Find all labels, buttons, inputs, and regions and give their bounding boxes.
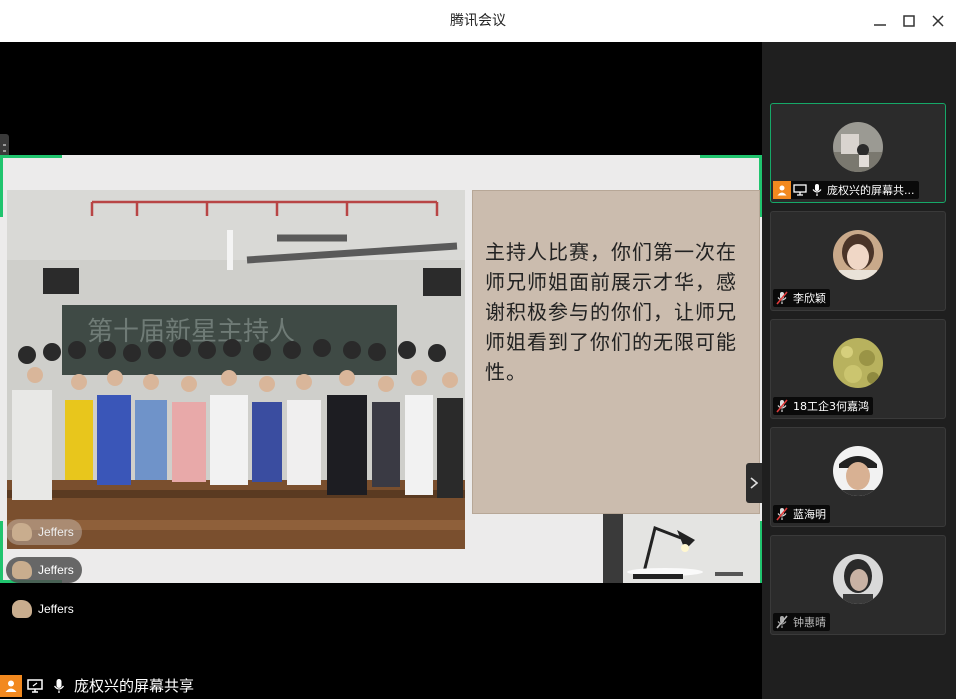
person-icon	[773, 181, 791, 199]
lamp-illustration	[603, 514, 760, 583]
participant-namebar: 李欣颖	[773, 289, 830, 307]
participant-namebar: 蓝海明	[773, 505, 830, 523]
share-owner-label: 庞权兴的屏幕共享	[74, 677, 195, 695]
maximize-icon	[903, 15, 915, 27]
reaction-name: Jeffers	[38, 563, 74, 577]
avatar	[833, 122, 883, 172]
participant-tile[interactable]: 蓝海明	[770, 427, 946, 527]
next-slide-button[interactable]	[746, 463, 762, 503]
clap-icon	[12, 561, 32, 579]
mic-on-icon	[809, 181, 825, 199]
participant-namebar: 庞权兴的屏幕共...	[773, 181, 919, 199]
avatar	[833, 446, 883, 496]
close-button[interactable]	[926, 9, 950, 33]
maximize-button[interactable]	[897, 9, 921, 33]
participant-name: 李欣颖	[793, 292, 826, 305]
title-bar: 腾讯会议	[0, 0, 956, 42]
mic-muted-icon	[773, 289, 791, 307]
participant-tile[interactable]: 钟惠晴	[770, 535, 946, 635]
reaction-chip: Jeffers	[6, 596, 82, 622]
mic-muted-icon	[773, 613, 791, 631]
reaction-chip: Jeffers	[6, 519, 82, 545]
avatar	[833, 554, 883, 604]
participant-name: 庞权兴的屏幕共...	[827, 184, 915, 197]
participant-tile[interactable]: 李欣颖	[770, 211, 946, 311]
minimize-button[interactable]	[868, 9, 892, 33]
screen-share-icon	[24, 675, 46, 697]
main-stage: 第十届新星主持人 主持人比赛，你们第一次在师兄师姐面前展示才华，感谢积极参与的你…	[0, 42, 762, 699]
participant-namebar: 钟惠晴	[773, 613, 830, 631]
slide-text: 主持人比赛，你们第一次在师兄师姐面前展示才华，感谢积极参与的你们，让师兄师姐看到…	[485, 240, 737, 384]
mic-on-icon	[48, 675, 70, 697]
participant-namebar: 18工企3何嘉鸿	[773, 397, 873, 415]
group-photo: 第十届新星主持人	[7, 190, 465, 549]
participant-name: 18工企3何嘉鸿	[793, 400, 869, 413]
participant-name: 钟惠晴	[793, 616, 826, 629]
minimize-icon	[874, 24, 886, 26]
participant-name: 蓝海明	[793, 508, 826, 521]
reaction-name: Jeffers	[38, 602, 74, 616]
participant-sidebar: 庞权兴的屏幕共... 李欣颖 18工企3何嘉鸿 蓝海明 钟惠晴	[762, 42, 956, 699]
meeting-window: 腾讯会议 第十届新星主持人 主持人比赛，你们第一次在师兄师姐面前展示才华，感谢积…	[0, 0, 956, 699]
participant-tile[interactable]: 庞权兴的屏幕共...	[770, 103, 946, 203]
close-icon	[932, 15, 944, 27]
screen-share-label-bar: 庞权兴的屏幕共享	[0, 672, 194, 699]
avatar	[833, 230, 883, 280]
reaction-name: Jeffers	[38, 525, 74, 539]
window-title: 腾讯会议	[450, 13, 506, 29]
person-icon	[0, 674, 22, 697]
participant-tile[interactable]: 18工企3何嘉鸿	[770, 319, 946, 419]
mic-muted-icon	[773, 397, 791, 415]
mic-muted-icon	[773, 505, 791, 523]
screen-share-icon	[791, 181, 809, 199]
clap-icon	[12, 523, 32, 541]
reaction-chip: Jeffers	[6, 557, 82, 583]
avatar	[833, 338, 883, 388]
shared-screen: 第十届新星主持人 主持人比赛，你们第一次在师兄师姐面前展示才华，感谢积极参与的你…	[0, 155, 762, 583]
svg-text:第十届新星主持人: 第十届新星主持人	[87, 317, 295, 347]
chevron-right-icon	[750, 477, 758, 489]
clap-icon	[12, 600, 32, 618]
slide-text-card: 主持人比赛，你们第一次在师兄师姐面前展示才华，感谢积极参与的你们，让师兄师姐看到…	[472, 190, 760, 514]
